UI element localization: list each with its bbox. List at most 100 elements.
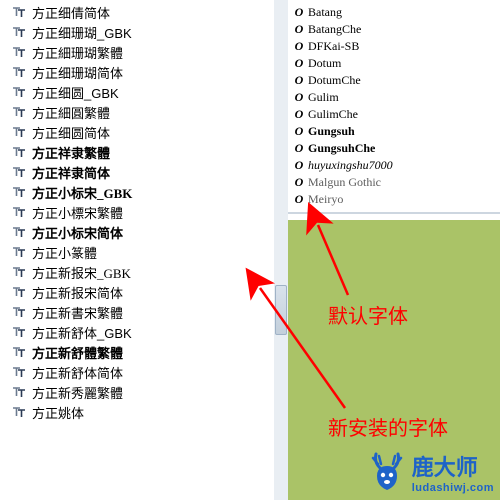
truetype-icon <box>12 405 26 419</box>
watermark: 鹿大师 ludashiwj.com <box>368 450 494 494</box>
font-item[interactable]: 方正姚体 <box>12 402 274 422</box>
scrollbar-thumb[interactable] <box>275 285 287 335</box>
installed-fonts-panel: 方正细倩简体方正细珊瑚_GBK方正細珊瑚繁體方正细珊瑚简体方正细圆_GBK方正細… <box>0 0 274 500</box>
opentype-icon: O <box>292 39 306 54</box>
font-item[interactable]: 方正祥隶简体 <box>12 162 274 182</box>
font-item[interactable]: 方正小篆體 <box>12 242 274 262</box>
opentype-icon: O <box>292 141 306 156</box>
font-item[interactable]: 方正細珊瑚繁體 <box>12 42 274 62</box>
font-item[interactable]: ODotumChe <box>292 72 496 89</box>
truetype-icon <box>12 345 26 359</box>
font-item[interactable]: 方正小標宋繁體 <box>12 202 274 222</box>
font-item[interactable]: 方正新書宋繁體 <box>12 302 274 322</box>
truetype-icon <box>12 205 26 219</box>
truetype-icon <box>12 365 26 379</box>
font-label: GungsuhChe <box>308 141 375 156</box>
opentype-icon: O <box>292 5 306 20</box>
font-label: 方正新書宋繁體 <box>32 303 123 322</box>
truetype-icon <box>12 125 26 139</box>
truetype-icon <box>12 5 26 19</box>
font-item[interactable]: OMalgun Gothic <box>292 174 496 191</box>
font-item[interactable]: OBatang <box>292 4 496 21</box>
font-item[interactable]: 方正小标宋简体 <box>12 222 274 242</box>
font-item[interactable]: OMeiryo <box>292 191 496 208</box>
opentype-icon: O <box>292 90 306 105</box>
opentype-icon: O <box>292 107 306 122</box>
font-item[interactable]: OGungsuh <box>292 123 496 140</box>
font-item[interactable]: ODFKai-SB <box>292 38 496 55</box>
font-item[interactable]: 方正细珊瑚简体 <box>12 62 274 82</box>
font-label: 方正細圓繁體 <box>32 103 110 122</box>
truetype-icon <box>12 145 26 159</box>
font-label: Batang <box>308 5 342 20</box>
truetype-icon <box>12 245 26 259</box>
font-item[interactable]: OGulim <box>292 89 496 106</box>
font-label: 方正新舒體繁體 <box>32 343 123 362</box>
font-label: 方正新舒体简体 <box>32 363 123 382</box>
font-label: BatangChe <box>308 22 361 37</box>
font-item[interactable]: 方正新报宋简体 <box>12 282 274 302</box>
opentype-icon: O <box>292 192 306 207</box>
font-label: 方正新报宋简体 <box>32 283 123 302</box>
truetype-icon <box>12 285 26 299</box>
font-item[interactable]: OGungsuhChe <box>292 140 496 157</box>
font-label: DotumChe <box>308 73 361 88</box>
font-label: 方正祥隶繁體 <box>32 143 110 162</box>
font-item[interactable]: 方正新舒体简体 <box>12 362 274 382</box>
annotation-default-font: 默认字体 <box>328 300 408 329</box>
font-label: Dotum <box>308 56 341 71</box>
font-item[interactable]: OBatangChe <box>292 21 496 38</box>
opentype-icon: O <box>292 124 306 139</box>
scrollbar-track[interactable] <box>274 0 288 500</box>
font-item[interactable]: 方正细圆简体 <box>12 122 274 142</box>
deer-logo-icon <box>368 452 406 492</box>
font-item[interactable]: 方正細圓繁體 <box>12 102 274 122</box>
watermark-url: ludashiwj.com <box>412 482 494 494</box>
font-item[interactable]: 方正细倩简体 <box>12 2 274 22</box>
opentype-icon: O <box>292 56 306 71</box>
opentype-icon: O <box>292 22 306 37</box>
truetype-icon <box>12 85 26 99</box>
watermark-text: 鹿大师 <box>412 450 494 482</box>
truetype-icon <box>12 45 26 59</box>
truetype-icon <box>12 65 26 79</box>
font-label: 方正祥隶简体 <box>32 163 110 182</box>
truetype-icon <box>12 25 26 39</box>
font-item[interactable]: 方正细圆_GBK <box>12 82 274 102</box>
font-label: 方正细倩简体 <box>32 3 110 22</box>
font-label: 方正新报宋_GBK <box>32 263 131 282</box>
font-label: huyuxingshu7000 <box>308 158 393 173</box>
font-label: Malgun Gothic <box>308 175 381 190</box>
font-list-right: OBatangOBatangCheODFKai-SBODotumODotumCh… <box>292 4 496 208</box>
truetype-icon <box>12 105 26 119</box>
font-label: Gulim <box>308 90 339 105</box>
font-label: 方正细珊瑚_GBK <box>32 23 132 42</box>
font-item[interactable]: 方正新舒體繁體 <box>12 342 274 362</box>
font-item[interactable]: 方正新秀麗繁體 <box>12 382 274 402</box>
font-label: 方正新舒体_GBK <box>32 323 132 342</box>
font-label: Gungsuh <box>308 124 355 139</box>
truetype-icon <box>12 305 26 319</box>
font-list-left: 方正细倩简体方正细珊瑚_GBK方正細珊瑚繁體方正细珊瑚简体方正细圆_GBK方正細… <box>0 0 274 422</box>
font-item[interactable]: 方正细珊瑚_GBK <box>12 22 274 42</box>
font-item[interactable]: 方正小标宋_GBK <box>12 182 274 202</box>
font-item[interactable]: 方正祥隶繁體 <box>12 142 274 162</box>
opentype-icon: O <box>292 175 306 190</box>
font-label: 方正细圆简体 <box>32 123 110 142</box>
truetype-icon <box>12 225 26 239</box>
font-label: 方正新秀麗繁體 <box>32 383 123 402</box>
font-label: 方正细珊瑚简体 <box>32 63 123 82</box>
opentype-icon: O <box>292 158 306 173</box>
font-label: DFKai-SB <box>308 39 359 54</box>
font-item[interactable]: OGulimChe <box>292 106 496 123</box>
font-item[interactable]: 方正新报宋_GBK <box>12 262 274 282</box>
opentype-icon: O <box>292 73 306 88</box>
annotation-new-font: 新安装的字体 <box>328 412 448 441</box>
font-item[interactable]: 方正新舒体_GBK <box>12 322 274 342</box>
font-item[interactable]: ODotum <box>292 55 496 72</box>
truetype-icon <box>12 185 26 199</box>
font-item[interactable]: Ohuyuxingshu7000 <box>292 157 496 174</box>
truetype-icon <box>12 165 26 179</box>
font-label: 方正姚体 <box>32 403 84 422</box>
font-label: Meiryo <box>308 192 343 207</box>
